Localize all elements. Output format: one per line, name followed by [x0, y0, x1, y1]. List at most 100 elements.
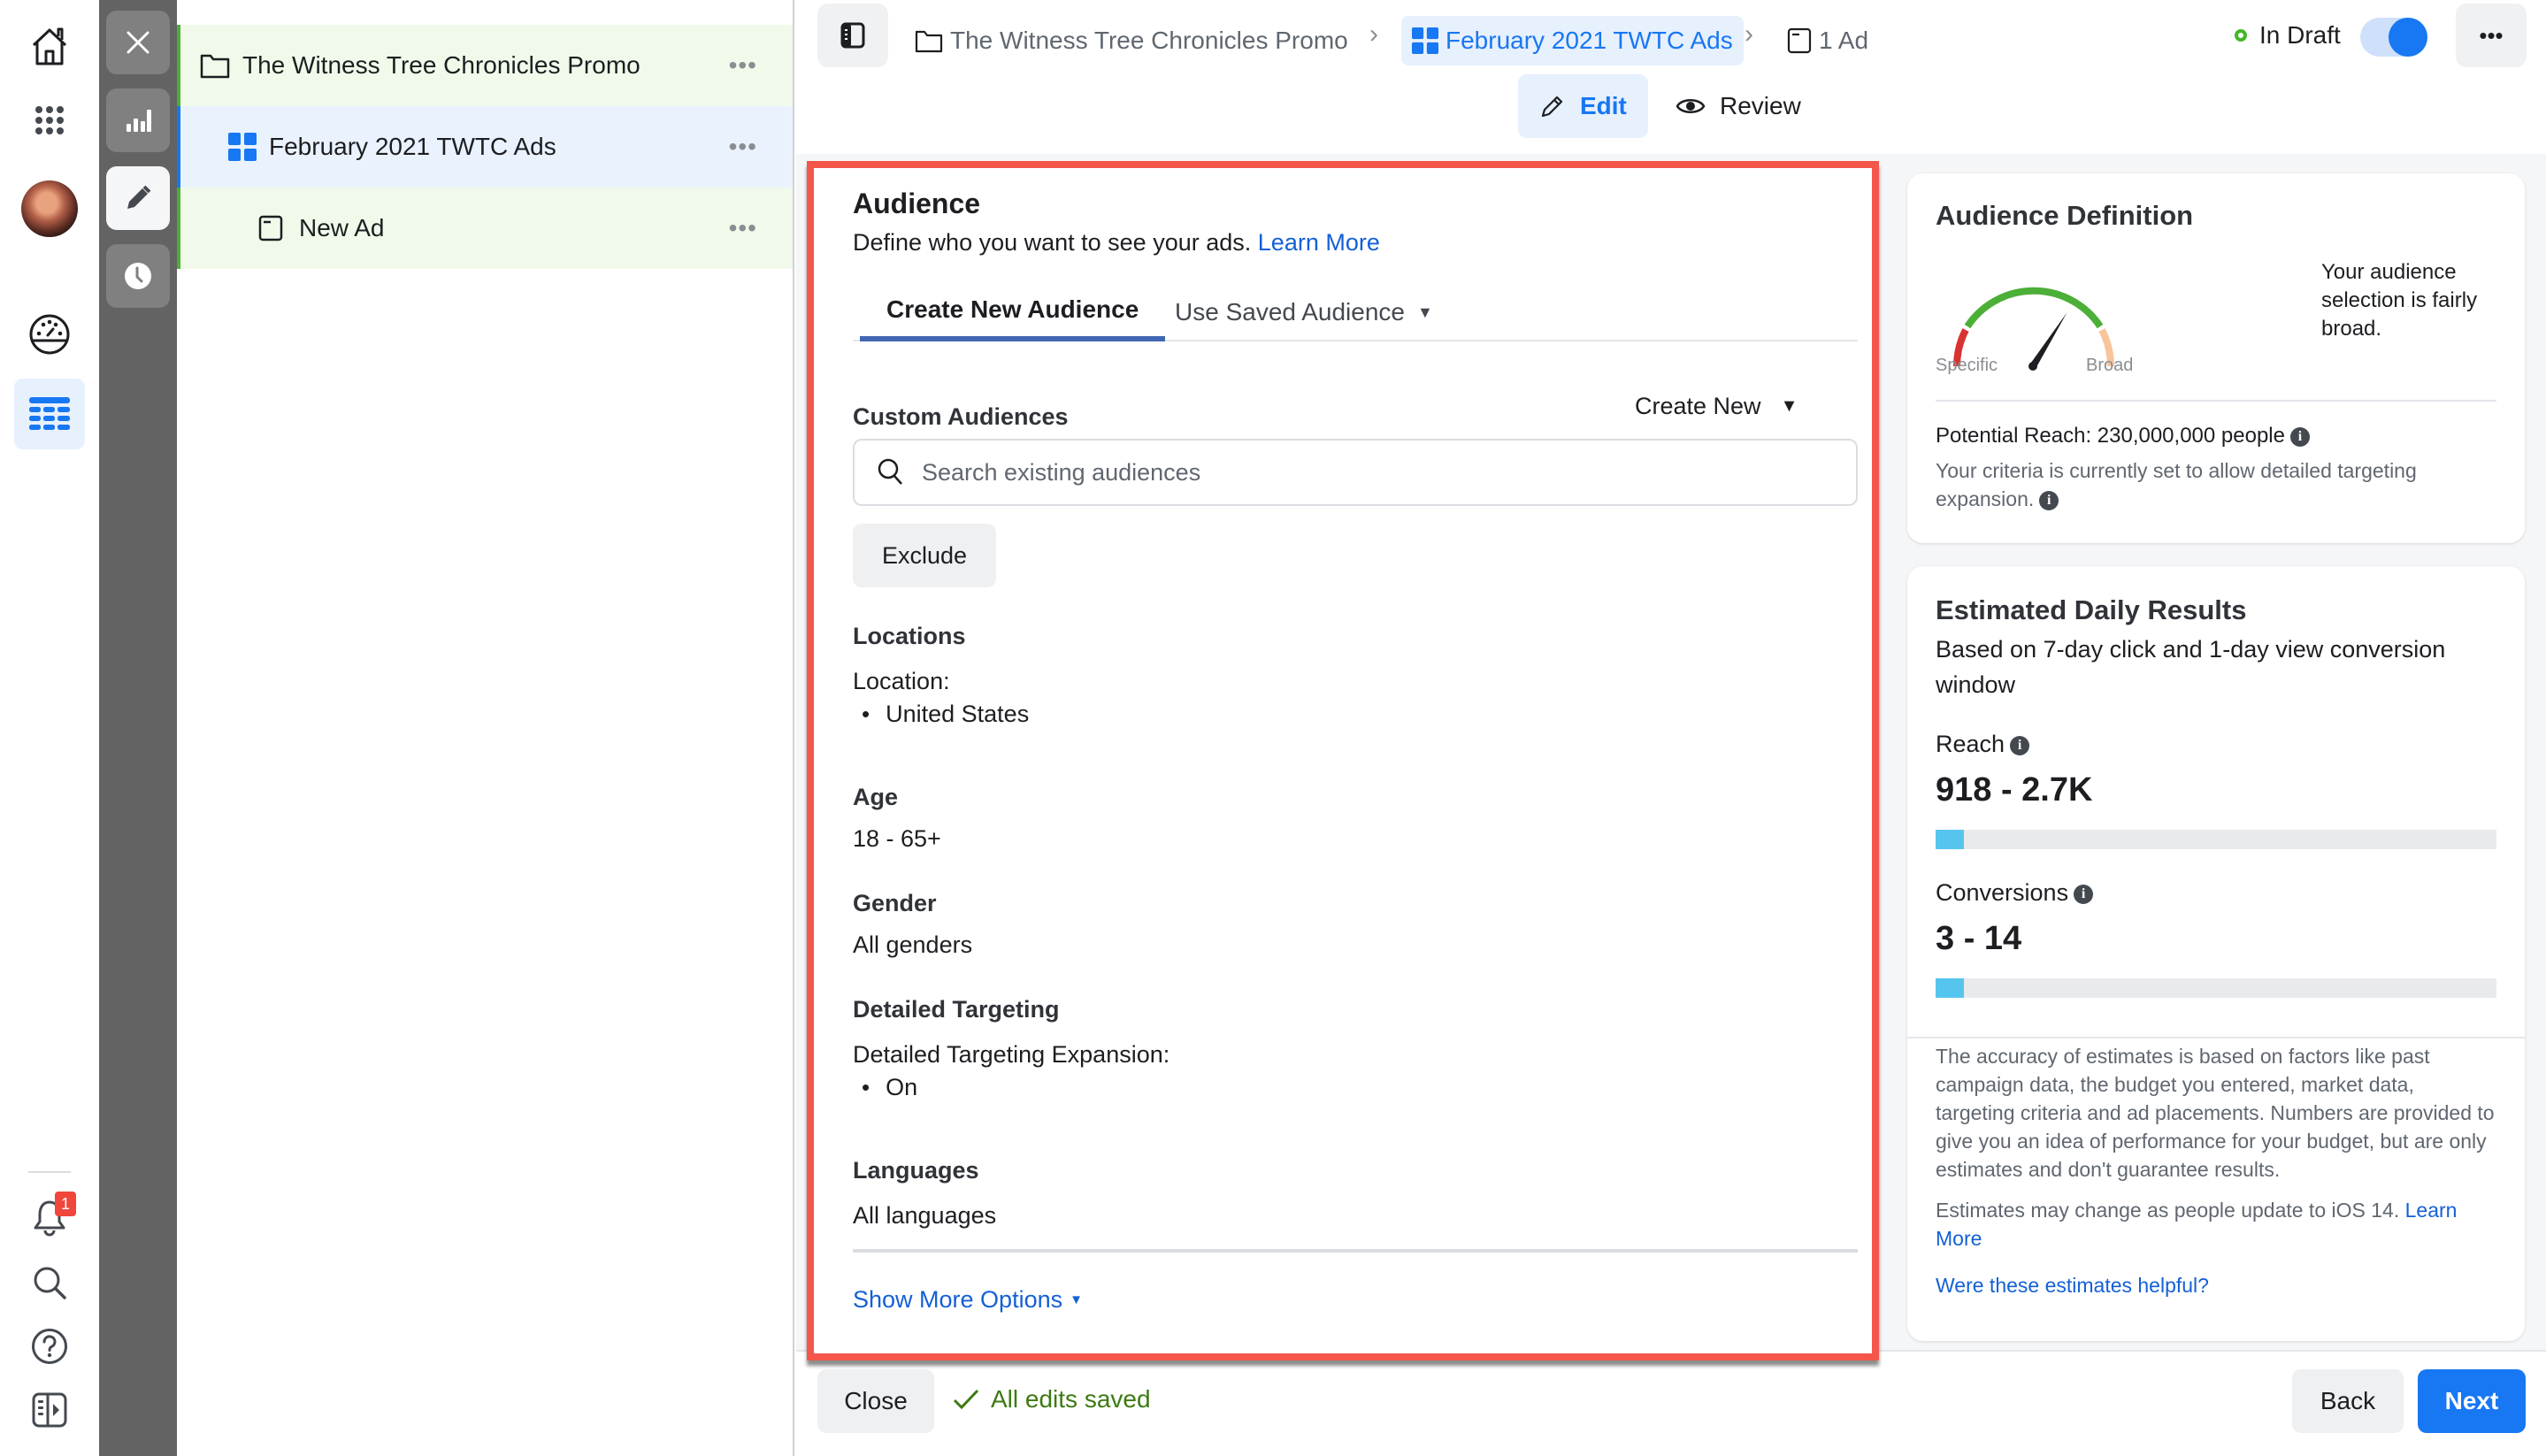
charts-icon: [127, 110, 151, 132]
ads-manager-table-icon[interactable]: [14, 379, 85, 449]
tab-use-saved-audience[interactable]: Use Saved Audience ▼: [1148, 283, 1460, 341]
notification-count-badge: 1: [55, 1192, 76, 1216]
languages-section: Languages All languages: [853, 1157, 1844, 1230]
edit-label: Edit: [1580, 92, 1627, 119]
draft-status: In Draft: [2235, 21, 2341, 50]
breadcrumb-ad-set[interactable]: February 2021 TWTC Ads: [1401, 16, 1744, 65]
locations-section: Locations Location: United States: [853, 623, 1844, 728]
close-button[interactable]: Close: [817, 1369, 934, 1433]
detailed-targeting-section: Detailed Targeting Detailed Targeting Ex…: [853, 996, 1844, 1101]
campaign-tree-panel: The Witness Tree Chronicles Promo ••• Fe…: [177, 0, 794, 1456]
card-divider: [1907, 1037, 2525, 1038]
tab-label: Use Saved Audience: [1175, 298, 1405, 326]
avatar[interactable]: [21, 180, 78, 237]
home-icon[interactable]: [0, 23, 99, 69]
more-options-button[interactable]: •••: [729, 214, 757, 242]
close-editor-button[interactable]: [106, 11, 170, 74]
close-icon: [127, 31, 150, 54]
estimates-helpful-link[interactable]: Were these estimates helpful?: [1936, 1274, 2209, 1298]
gauge-needle: [2029, 312, 2067, 369]
detailed-targeting-sublabel: Detailed Targeting Expansion:: [853, 1041, 1170, 1068]
audience-breadth-description: Your audience selection is fairly broad.: [2321, 260, 2478, 341]
locations-label: Locations: [853, 623, 966, 649]
location-sublabel: Location:: [853, 668, 950, 694]
ios-note-text: Estimates may change as people update to…: [1936, 1199, 2400, 1222]
info-icon[interactable]: i: [2039, 490, 2059, 510]
notifications-bell-icon[interactable]: [0, 1196, 99, 1240]
pencil-icon: [1541, 96, 1563, 118]
conversions-label: Conversions i: [1936, 877, 2094, 908]
show-more-label: Show More Options: [853, 1286, 1063, 1313]
ad-icon: [1787, 27, 1812, 54]
checkmark-icon: [953, 1389, 979, 1410]
search-placeholder: Search existing audiences: [922, 458, 1201, 486]
estimated-results-subtitle: Based on 7-day click and 1-day view conv…: [1936, 636, 2446, 698]
gender-value: All genders: [853, 931, 973, 958]
reach-label-text: Reach: [1936, 731, 2005, 757]
search-icon[interactable]: [0, 1261, 99, 1304]
create-new-dropdown[interactable]: Create New ▼: [1635, 393, 1798, 420]
learn-more-link[interactable]: Learn More: [1258, 229, 1380, 256]
ad-on-off-toggle[interactable]: [2360, 18, 2427, 57]
age-value: 18 - 65+: [853, 825, 941, 852]
folder-icon: [915, 30, 943, 53]
next-button[interactable]: Next: [2418, 1369, 2526, 1433]
sidebar-panel-icon: [840, 22, 865, 49]
reach-progress-bar: [1936, 830, 2496, 849]
breadcrumb-campaign[interactable]: The Witness Tree Chronicles Promo: [915, 16, 1348, 65]
estimated-daily-results-card: Estimated Daily Results Based on 7-day c…: [1907, 566, 2525, 1341]
breadcrumb-label: 1 Ad: [1819, 27, 1869, 54]
toggle-sidebar-button[interactable]: [817, 4, 888, 67]
conversions-value: 3 - 14: [1936, 920, 2022, 957]
top-bar: The Witness Tree Chronicles Promo › Febr…: [796, 0, 2546, 154]
location-value: United States: [853, 701, 1844, 728]
expansion-note-text: Your criteria is currently set to allow …: [1936, 459, 2417, 510]
info-icon[interactable]: i: [2289, 426, 2310, 447]
global-nav-rail: 1: [0, 0, 99, 1456]
more-options-button[interactable]: •••: [729, 51, 757, 80]
edit-tab[interactable]: Edit: [1518, 74, 1648, 138]
history-button[interactable]: [106, 244, 170, 308]
collapse-panel-icon[interactable]: [0, 1389, 99, 1431]
performance-gauge-icon[interactable]: [0, 311, 99, 357]
tree-item-campaign[interactable]: The Witness Tree Chronicles Promo •••: [177, 25, 793, 106]
audience-title: Audience: [853, 188, 981, 219]
detailed-targeting-value: On: [853, 1074, 1844, 1101]
info-icon[interactable]: i: [2010, 735, 2030, 755]
apps-grid-icon[interactable]: [0, 99, 99, 142]
chevron-right-icon: ›: [1369, 19, 1378, 49]
custom-audiences-label: Custom Audiences: [853, 403, 1069, 430]
more-actions-button[interactable]: •••: [2456, 4, 2527, 67]
edit-pencil-icon: [127, 185, 151, 209]
more-options-button[interactable]: •••: [729, 133, 757, 161]
tree-item-label: The Witness Tree Chronicles Promo: [242, 51, 640, 79]
charts-button[interactable]: [106, 88, 170, 152]
ios-note: Estimates may change as people update to…: [1936, 1196, 2498, 1253]
breadcrumb-label: February 2021 TWTC Ads: [1446, 27, 1733, 54]
caret-down-icon: ▼: [1780, 396, 1798, 416]
tab-create-new-audience[interactable]: Create New Audience: [860, 283, 1166, 341]
info-icon[interactable]: i: [2074, 884, 2094, 904]
exclude-button[interactable]: Exclude: [853, 524, 996, 587]
back-button[interactable]: Back: [2292, 1369, 2404, 1433]
tree-item-ad[interactable]: New Ad •••: [177, 188, 793, 269]
custom-audience-search-input[interactable]: Search existing audiences: [853, 439, 1858, 506]
potential-reach: Potential Reach: 230,000,000 people i: [1936, 421, 2310, 451]
caret-down-icon: ▼: [1416, 303, 1433, 321]
ad-icon: [258, 215, 283, 241]
gender-label: Gender: [853, 890, 937, 916]
age-section: Age 18 - 65+: [853, 784, 1844, 853]
languages-value: All languages: [853, 1202, 997, 1229]
edit-mode-button[interactable]: [106, 166, 170, 230]
audience-definition-title: Audience Definition: [1936, 200, 2194, 231]
caret-down-icon: ▼: [1070, 1292, 1083, 1307]
help-icon[interactable]: [0, 1325, 99, 1368]
rail-divider: [28, 1171, 71, 1173]
tree-item-ad-set[interactable]: February 2021 TWTC Ads •••: [177, 106, 793, 188]
show-more-options-link[interactable]: Show More Options ▼: [853, 1286, 1083, 1314]
review-tab[interactable]: Review: [1654, 74, 1822, 138]
search-icon: [878, 458, 902, 485]
breadcrumb-ad[interactable]: 1 Ad: [1787, 16, 1868, 65]
gauge-specific-label: Specific: [1936, 356, 1998, 375]
folder-icon: [200, 54, 230, 79]
